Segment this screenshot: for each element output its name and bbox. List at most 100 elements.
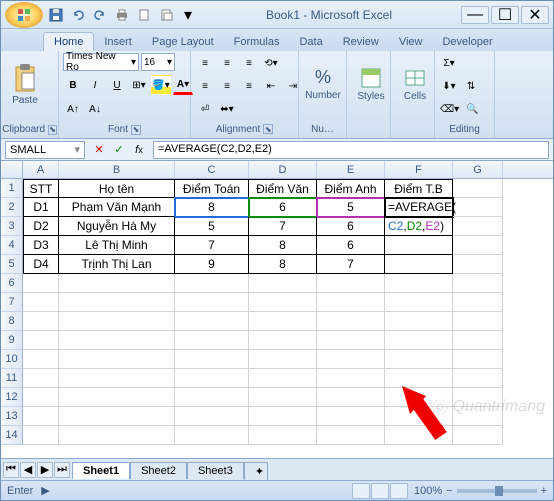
italic-button[interactable]: I [85,75,105,95]
cell[interactable] [59,331,175,350]
cell[interactable]: 7 [175,236,249,255]
cell[interactable]: Trịnh Thị Lan [59,255,175,274]
cell[interactable] [175,293,249,312]
cell[interactable] [385,293,453,312]
open-icon[interactable] [157,6,175,24]
cell[interactable]: D2 [23,217,59,236]
cell[interactable] [175,331,249,350]
cell[interactable] [249,274,317,293]
grow-font-button[interactable]: A↑ [63,99,83,119]
cell[interactable] [249,312,317,331]
cell[interactable]: 7 [317,255,385,274]
cell[interactable] [317,407,385,426]
cell[interactable]: 6 [317,236,385,255]
clear-button[interactable]: ⌫▾ [439,100,460,120]
cell[interactable] [175,407,249,426]
col-header-g[interactable]: G [453,161,503,178]
cell[interactable]: 5 [175,217,249,236]
redo-icon[interactable] [91,6,109,24]
align-bottom-button[interactable]: ≡ [239,53,259,73]
row-header[interactable]: 4 [1,236,23,255]
cell[interactable] [385,312,453,331]
cell[interactable] [249,388,317,407]
cell[interactable] [317,274,385,293]
cell[interactable] [23,274,59,293]
cell[interactable] [249,331,317,350]
enter-formula-button[interactable]: ✓ [111,142,127,158]
cell[interactable]: STT [23,179,59,198]
cell[interactable] [453,350,503,369]
cell[interactable] [59,274,175,293]
view-layout-button[interactable] [371,483,389,499]
cell[interactable] [59,426,175,445]
cell-f3-overflow[interactable]: C2,D2,E2) [385,217,453,236]
cell[interactable] [317,350,385,369]
tab-nav-prev[interactable]: ◀ [20,462,36,478]
col-header-c[interactable]: C [175,161,249,178]
col-header-a[interactable]: A [23,161,59,178]
tab-insert[interactable]: Insert [94,33,142,51]
new-sheet-tab[interactable]: ✦ [244,462,268,480]
minimize-button[interactable]: — [461,6,489,24]
row-header[interactable]: 8 [1,312,23,331]
cell[interactable] [59,388,175,407]
cell[interactable] [385,274,453,293]
cell[interactable]: 8 [249,255,317,274]
row-header[interactable]: 7 [1,293,23,312]
cell[interactable] [23,293,59,312]
cell[interactable]: Điểm T.B [385,179,453,198]
number-format-button[interactable]: % Number [303,53,343,115]
cell[interactable] [175,369,249,388]
cell[interactable] [453,179,503,198]
cell[interactable]: 8 [249,236,317,255]
cell[interactable]: Họ tên [59,179,175,198]
cell[interactable] [59,407,175,426]
col-header-b[interactable]: B [59,161,175,178]
sort-button[interactable]: ⇅ [461,76,481,96]
save-icon[interactable] [47,6,65,24]
align-right-button[interactable]: ≡ [239,76,259,96]
cell[interactable] [453,331,503,350]
fill-color-button[interactable]: 🪣▾ [151,75,171,95]
cell[interactable] [23,369,59,388]
row-header[interactable]: 12 [1,388,23,407]
col-header-e[interactable]: E [317,161,385,178]
name-box[interactable]: SMALL▾ [5,141,85,159]
cell[interactable]: D3 [23,236,59,255]
row-header[interactable]: 2 [1,198,23,217]
row-header[interactable]: 9 [1,331,23,350]
cells-button[interactable]: Cells [395,53,435,115]
cell-c2-selected[interactable]: 8 [175,198,249,217]
cell[interactable] [453,217,503,236]
print-icon[interactable] [113,6,131,24]
cell[interactable] [175,426,249,445]
view-break-button[interactable] [390,483,408,499]
cell[interactable]: Điểm Văn [249,179,317,198]
cell[interactable]: Nguyễn Hà My [59,217,175,236]
col-header-f[interactable]: F [385,161,453,178]
cell[interactable] [249,407,317,426]
tab-page-layout[interactable]: Page Layout [142,33,224,51]
fill-button[interactable]: ⬇▾ [439,76,459,96]
new-icon[interactable] [135,6,153,24]
cell[interactable]: 6 [317,217,385,236]
cell[interactable] [23,388,59,407]
qat-more-icon[interactable]: ▾ [179,6,197,24]
cell[interactable] [385,331,453,350]
cell[interactable] [59,350,175,369]
font-launcher[interactable]: ⬊ [131,125,141,135]
cell[interactable] [249,350,317,369]
view-normal-button[interactable] [352,483,370,499]
cell[interactable] [453,198,503,217]
tab-formulas[interactable]: Formulas [224,33,290,51]
row-header[interactable]: 5 [1,255,23,274]
cell[interactable] [385,236,453,255]
cell[interactable]: D1 [23,198,59,217]
tab-nav-next[interactable]: ▶ [37,462,53,478]
cell[interactable] [385,369,453,388]
wrap-text-button[interactable]: ⏎ [195,100,215,120]
cell[interactable] [453,369,503,388]
merge-button[interactable]: ⬌▾ [217,100,237,120]
cell[interactable] [23,407,59,426]
cell[interactable] [59,312,175,331]
